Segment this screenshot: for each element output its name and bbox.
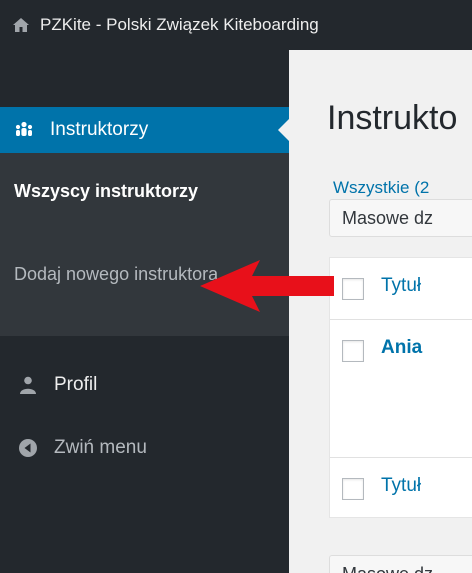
bulk-actions-select-top[interactable]: Masowe dz [329,199,472,237]
collapse-menu-button[interactable]: Zwiń menu [0,426,289,470]
select-all-checkbox[interactable] [342,278,364,300]
posts-table: Tytuł Ania Tytuł [329,257,472,518]
submenu-all-instructors[interactable]: Wszyscy instruktorzy [14,180,254,202]
groups-icon [14,120,34,140]
collapse-menu-label: Zwiń menu [54,437,147,458]
row-checkbox[interactable] [342,340,364,362]
sidebar-item-label: Instruktorzy [50,119,149,140]
wp-admin-screen: PZKite - Polski Związek Kiteboarding Ins… [0,0,472,573]
home-icon[interactable] [12,16,30,34]
column-footer-title[interactable]: Tytuł [381,475,421,497]
collapse-arrow-icon [18,438,38,458]
header-divider [330,319,472,320]
site-title-link[interactable]: PZKite - Polski Związek Kiteboarding [40,15,319,35]
page-title: Instrukto [327,99,458,137]
table-row-title[interactable]: Ania [381,337,422,359]
annotation-arrow-icon [200,260,334,312]
sidebar-item-label: Profil [54,374,98,395]
footer-divider [330,457,472,458]
column-header-title[interactable]: Tytuł [381,275,421,297]
admin-bar: PZKite - Polski Związek Kiteboarding [0,0,472,50]
user-icon [18,375,38,395]
view-filter-all[interactable]: Wszystkie (2 [333,178,429,198]
sidebar-item-profil[interactable]: Profil [0,363,289,407]
current-menu-pointer [278,119,289,141]
sidebar-item-instruktorzy[interactable]: Instruktorzy [0,107,289,153]
bulk-actions-select-bottom[interactable]: Masowe dz [329,555,472,573]
select-all-checkbox-footer[interactable] [342,478,364,500]
